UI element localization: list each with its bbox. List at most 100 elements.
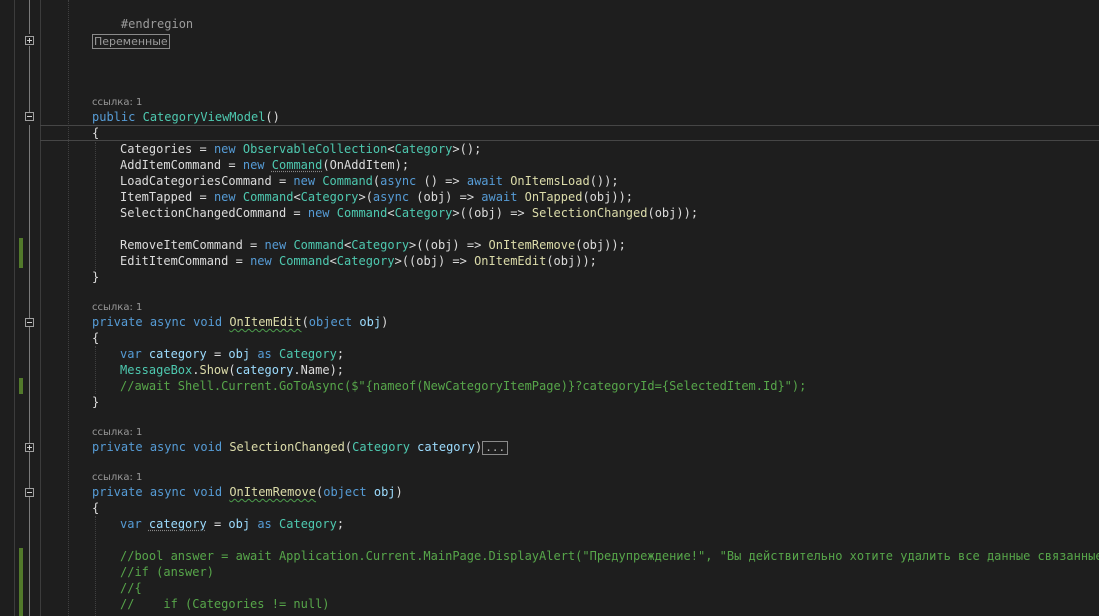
- keyword: async: [380, 174, 417, 188]
- method-name: OnItemEdit: [474, 254, 547, 268]
- code-line[interactable]: LoadCategoriesCommand = new Command(asyn…: [120, 173, 619, 189]
- collapsed-code-button[interactable]: ...: [482, 441, 509, 455]
- expand-region-icon[interactable]: [25, 36, 34, 45]
- method-name: Show: [199, 363, 229, 377]
- code-line[interactable]: AddItemCommand = new Command(OnAddItem);: [120, 157, 409, 173]
- indent-guide: [95, 142, 96, 270]
- code-line[interactable]: }: [92, 394, 99, 410]
- operator: =: [192, 142, 214, 156]
- type-name: ObservableCollection: [242, 142, 388, 156]
- code-line[interactable]: EditItemCommand = new Command<Category>(…: [120, 253, 597, 269]
- operator: =: [228, 254, 251, 268]
- keyword: as: [257, 347, 272, 361]
- type-name: Category: [394, 206, 453, 220]
- lambda: >((obj) =>: [452, 206, 532, 220]
- collapse-block-icon[interactable]: [25, 112, 34, 121]
- code-line[interactable]: Categories = new ObservableCollection<Ca…: [120, 141, 481, 157]
- references-codelens[interactable]: ссылка: 1: [92, 472, 142, 484]
- punctuation: (): [265, 110, 280, 124]
- keyword: async: [149, 440, 186, 454]
- type-name: Category: [279, 517, 337, 531]
- keyword: public: [92, 110, 136, 124]
- keyword: private: [92, 485, 143, 499]
- punctuation: <: [387, 206, 395, 220]
- method-name: SelectionChanged: [531, 206, 648, 220]
- punctuation: <: [329, 254, 337, 268]
- type-name: Command: [278, 254, 330, 268]
- operator: =: [221, 158, 243, 172]
- punctuation: (: [228, 363, 236, 377]
- indent-guide: [68, 0, 69, 616]
- brace: {: [92, 126, 100, 140]
- code-line[interactable]: {: [92, 500, 99, 516]
- code-line[interactable]: RemoveItemCommand = new Command<Category…: [120, 237, 626, 253]
- editor-gutter: [0, 0, 44, 616]
- identifier: Name: [300, 363, 330, 377]
- operator: =: [242, 238, 265, 252]
- type-name: Command: [322, 174, 373, 188]
- references-codelens[interactable]: ссылка: 1: [92, 302, 142, 314]
- keyword: new: [307, 206, 330, 220]
- comment-line[interactable]: //{: [120, 580, 142, 596]
- identifier: EditItemCommand: [120, 254, 229, 268]
- comment-line[interactable]: // if (Categories != null): [120, 596, 330, 612]
- identifier: Categories: [120, 142, 193, 156]
- code-line[interactable]: ItemTapped = new Command<Category>(async…: [120, 189, 633, 205]
- identifier: OnAddItem: [329, 158, 395, 172]
- code-line[interactable]: #endregion: [92, 0, 193, 31]
- keyword: new: [242, 158, 265, 172]
- collapse-block-icon[interactable]: [25, 488, 34, 497]
- code-editor[interactable]: #endregion Переменные ссылка: 1 public C…: [0, 0, 1099, 616]
- comment-line[interactable]: //await Shell.Current.GoToAsync($"{nameo…: [120, 378, 806, 394]
- gutter-divider: [40, 0, 41, 616]
- lambda: >((obj) =>: [394, 254, 475, 268]
- collapse-block-icon[interactable]: [25, 318, 34, 327]
- punctuation: ): [395, 485, 403, 499]
- code-line[interactable]: var category = obj as Category;: [120, 516, 344, 532]
- code-line[interactable]: {: [92, 125, 99, 141]
- brace: }: [92, 270, 100, 284]
- keyword: private: [92, 440, 143, 454]
- parameter: obj: [228, 347, 251, 361]
- type-name: Category: [279, 347, 337, 361]
- collapsed-region[interactable]: Переменные: [92, 34, 170, 49]
- code-line[interactable]: SelectionChangedCommand = new Command<Ca…: [120, 205, 698, 221]
- references-codelens[interactable]: ссылка: 1: [92, 427, 142, 439]
- code-line[interactable]: public CategoryViewModel(): [92, 109, 280, 125]
- code-line[interactable]: }: [92, 269, 99, 285]
- keyword: var: [120, 517, 142, 531]
- indent-guide: [95, 346, 96, 394]
- references-codelens[interactable]: ссылка: 1: [92, 97, 142, 109]
- punctuation: >(: [358, 190, 373, 204]
- type-name: Category: [394, 142, 453, 156]
- punctuation: (: [322, 158, 330, 172]
- change-indicator: [19, 548, 23, 616]
- identifier: LoadCategoriesCommand: [120, 174, 272, 188]
- code-line[interactable]: private async void SelectionChanged(Cate…: [92, 439, 509, 455]
- punctuation: .: [293, 363, 301, 377]
- comment-line[interactable]: //if (answer): [120, 564, 214, 580]
- keyword: async: [149, 315, 186, 329]
- lambda: () =>: [416, 174, 467, 188]
- code-line[interactable]: private async void OnItemEdit(object obj…: [92, 314, 388, 330]
- keyword: async: [149, 485, 186, 499]
- type-name: MessageBox: [120, 363, 193, 377]
- gutter-divider: [14, 0, 15, 616]
- identifier: SelectionChangedCommand: [120, 206, 287, 220]
- code-line[interactable]: private async void OnItemRemove(object o…: [92, 484, 403, 500]
- code-line[interactable]: {: [92, 330, 99, 346]
- keyword: new: [293, 174, 316, 188]
- type-name: Category: [351, 238, 410, 252]
- method-name: OnItemsLoad: [510, 174, 590, 188]
- keyword: object: [323, 485, 367, 499]
- comment-line[interactable]: //bool answer = await Application.Curren…: [120, 548, 1099, 564]
- outline-line: [29, 0, 30, 34]
- code-line[interactable]: var category = obj as Category;: [120, 346, 344, 362]
- keyword: void: [193, 440, 223, 454]
- keyword: as: [257, 517, 272, 531]
- code-line[interactable]: MessageBox.Show(category.Name);: [120, 362, 344, 378]
- expand-block-icon[interactable]: [25, 443, 34, 452]
- keyword: new: [250, 254, 272, 268]
